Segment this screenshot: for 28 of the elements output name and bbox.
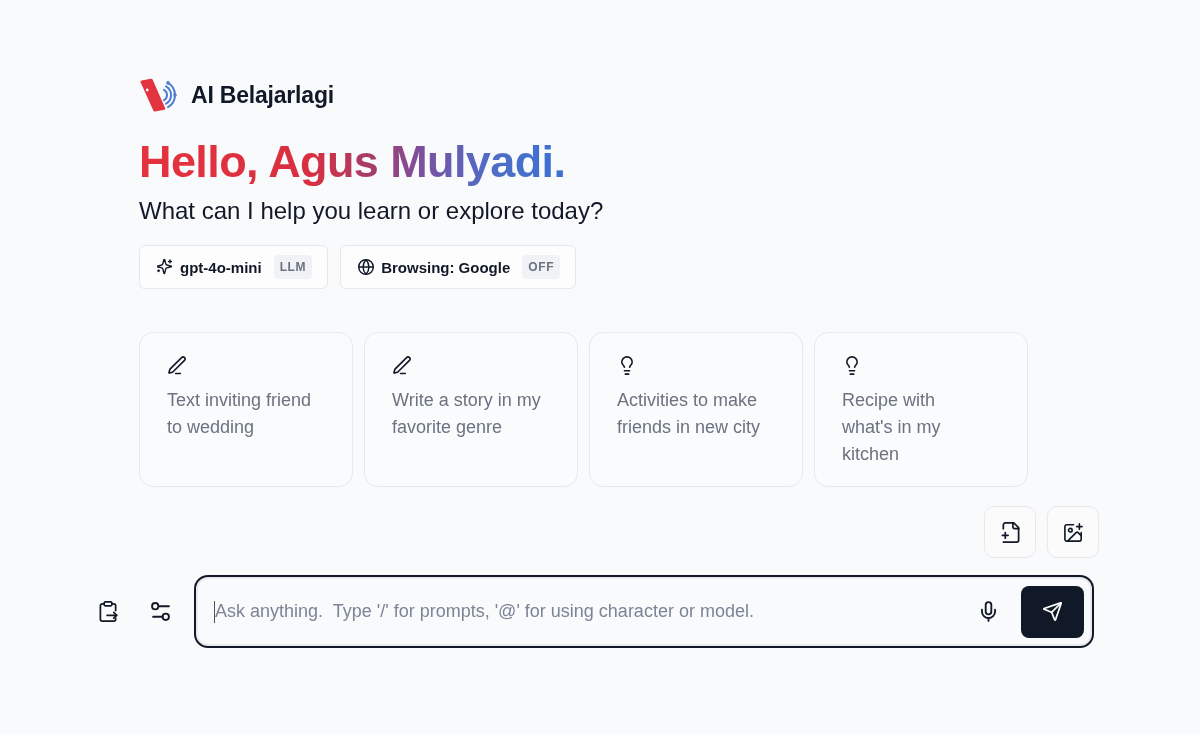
sparkles-icon <box>157 259 173 275</box>
send-button[interactable] <box>1021 585 1084 638</box>
suggestion-card[interactable]: Recipe with what's in my kitchen <box>814 332 1028 487</box>
image-plus-icon <box>1063 521 1083 543</box>
selector-badge: LLM <box>273 255 313 279</box>
attach-file-button[interactable] <box>984 506 1036 558</box>
attach-image-button[interactable] <box>1047 506 1099 558</box>
message-field[interactable]: Ask anything. Type '/' for prompts, '@' for using character or model. <box>194 575 1094 648</box>
lightbulb-icon <box>843 356 861 375</box>
globe-icon <box>358 259 375 275</box>
app-name: AI Belajarlagi <box>191 81 334 109</box>
sliders-icon <box>150 601 170 622</box>
pencil-icon <box>393 356 411 375</box>
browsing-toggle-button[interactable]: Browsing: Google OFF <box>340 245 577 289</box>
text-cursor-icon <box>214 600 215 623</box>
suggestion-card[interactable]: Write a story in my favorite genre <box>364 332 578 487</box>
file-plus-icon <box>1000 521 1020 543</box>
suggestion-card[interactable]: Text inviting friend to wedding <box>139 332 353 487</box>
greeting-subtitle: What can I help you learn or explore today? <box>139 196 604 226</box>
microphone-icon <box>980 601 996 622</box>
clipboard-arrow-icon <box>98 601 118 622</box>
message-input[interactable]: Ask anything. Type '/' for prompts, '@' for using character or model. <box>215 596 960 627</box>
model-selector-button[interactable]: gpt-4o-mini LLM <box>139 245 329 289</box>
suggestion-card[interactable]: Activities to make friends in new city <box>589 332 803 487</box>
selector-badge: OFF <box>522 255 561 279</box>
pencil-icon <box>168 356 186 375</box>
send-icon <box>1043 602 1062 621</box>
lightbulb-icon <box>618 356 636 375</box>
